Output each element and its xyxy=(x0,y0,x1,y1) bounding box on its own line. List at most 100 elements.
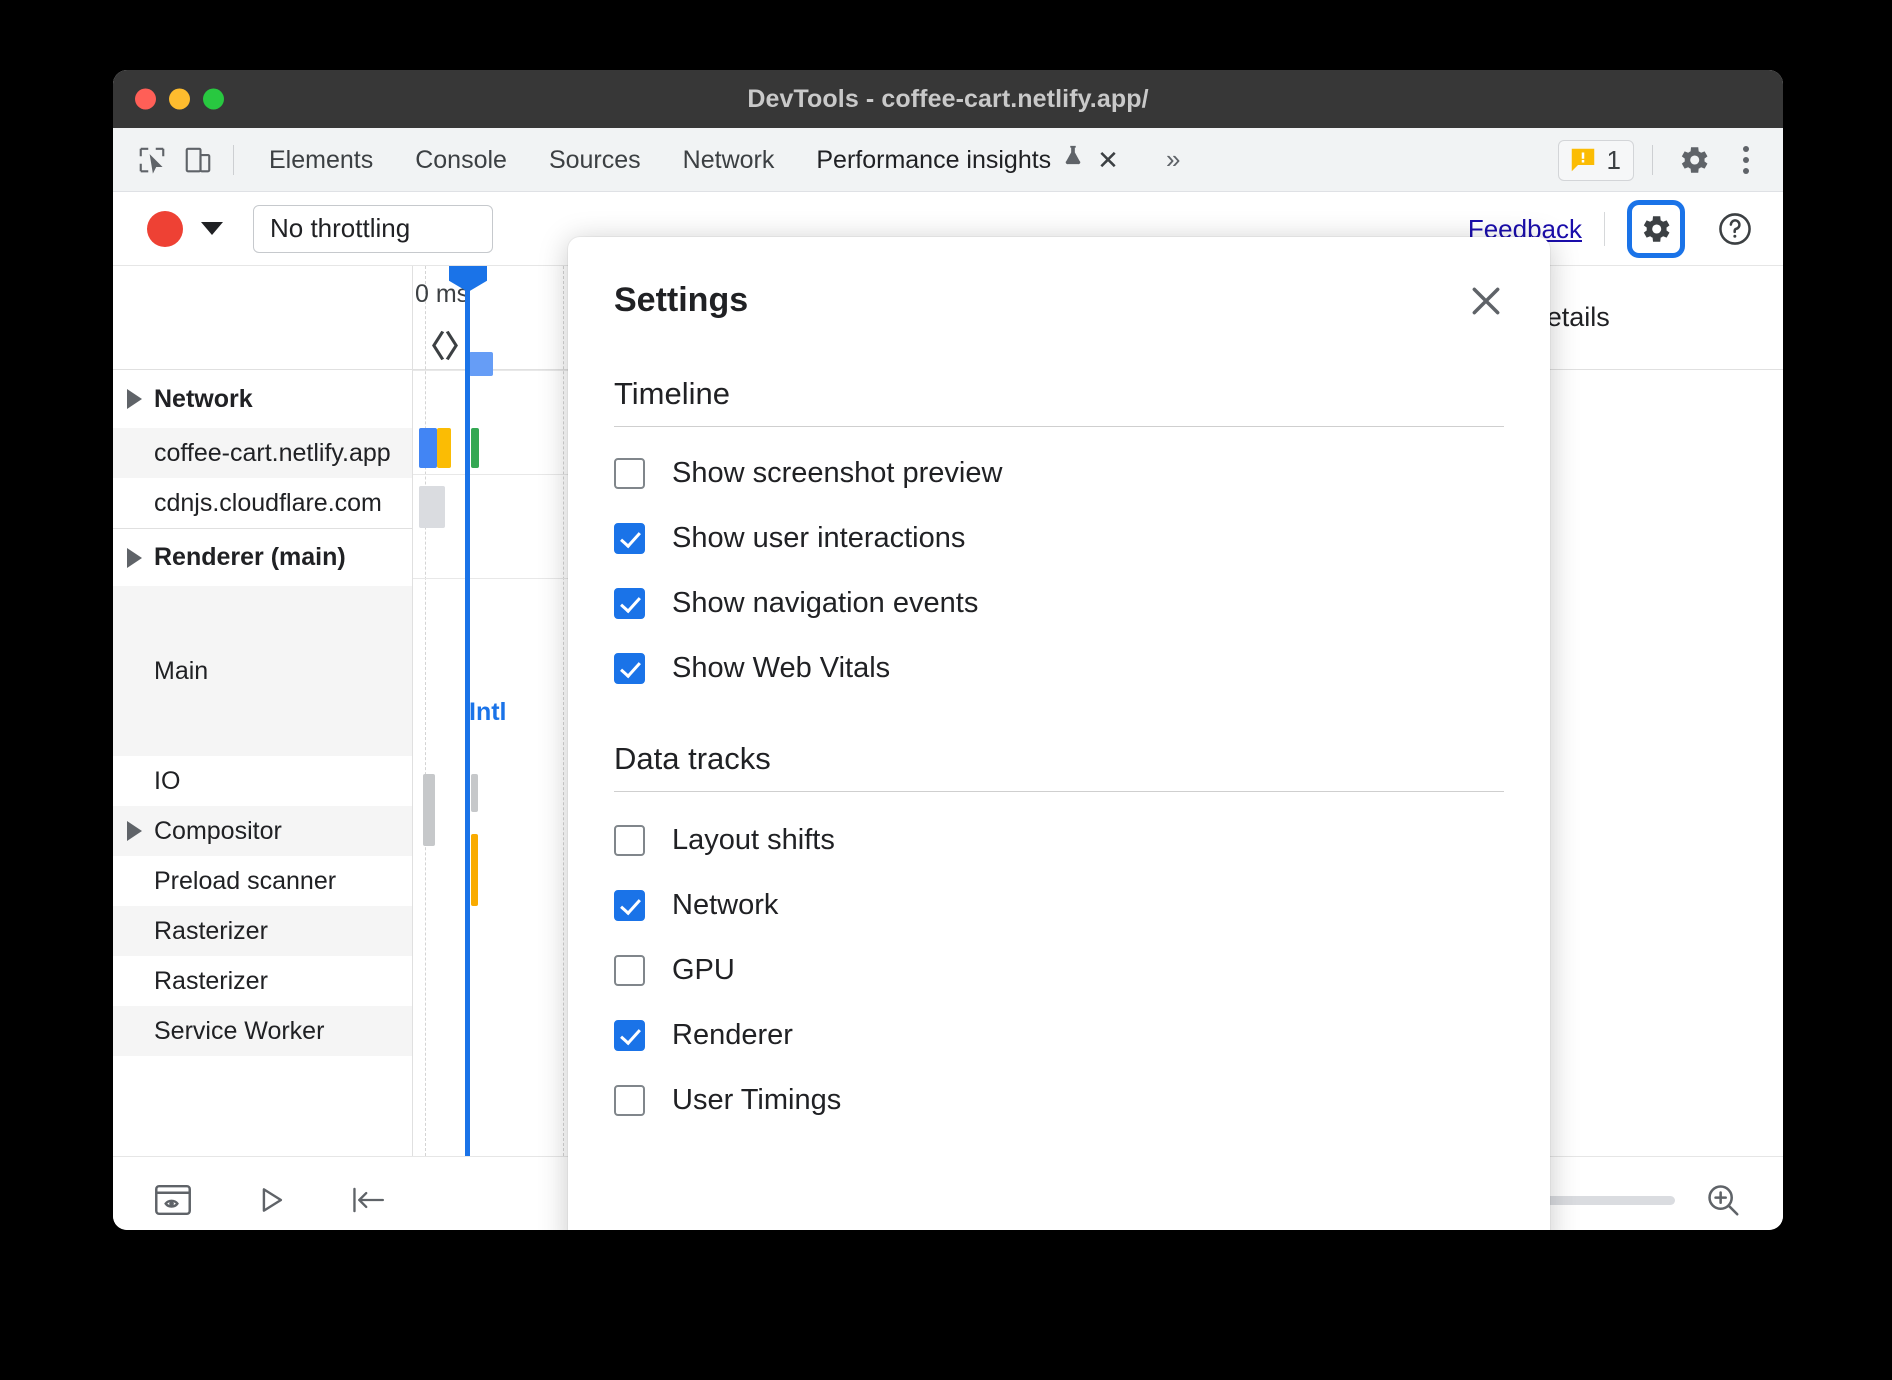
tree-item-label: Rasterizer xyxy=(154,917,268,946)
tree-header-spacer xyxy=(113,266,412,370)
settings-section-data-tracks-title: Data tracks xyxy=(614,741,1504,792)
checkbox[interactable] xyxy=(614,825,645,856)
more-tabs-icon[interactable]: » xyxy=(1166,144,1180,175)
settings-dialog-title: Settings xyxy=(614,281,1504,320)
tree-item-label: coffee-cart.netlify.app xyxy=(154,439,391,468)
setting-show-user-interactions[interactable]: Show user interactions xyxy=(614,522,1504,555)
setting-label: Show Web Vitals xyxy=(672,652,890,685)
timeline-bar xyxy=(471,774,478,812)
tab-close-icon[interactable]: ✕ xyxy=(1097,147,1119,173)
tab-elements[interactable]: Elements xyxy=(248,128,394,192)
warning-count: 1 xyxy=(1607,145,1621,176)
play-icon[interactable] xyxy=(245,1174,297,1226)
window-titlebar: DevTools - coffee-cart.netlify.app/ xyxy=(113,70,1783,128)
tree-item-label: IO xyxy=(154,767,180,796)
settings-gear-button[interactable] xyxy=(1627,200,1685,258)
setting-label: GPU xyxy=(672,954,735,987)
timeline-gridline xyxy=(563,266,564,1156)
setting-show-screenshot-preview[interactable]: Show screenshot preview xyxy=(614,457,1504,490)
expand-triangle-icon[interactable] xyxy=(127,389,142,409)
settings-dialog: Settings Timeline Show screenshot previe… xyxy=(568,237,1550,1230)
tab-network[interactable]: Network xyxy=(662,128,796,192)
checkbox[interactable] xyxy=(614,653,645,684)
tree-item-rasterizer-1[interactable]: Rasterizer xyxy=(113,906,412,956)
gear-icon[interactable] xyxy=(1671,137,1717,183)
settings-dialog-body: Timeline Show screenshot preview Show us… xyxy=(568,376,1550,1117)
inspect-cursor-icon[interactable] xyxy=(129,137,175,183)
tabstrip-right-divider xyxy=(1652,145,1653,175)
record-button[interactable] xyxy=(147,211,183,247)
jump-to-start-icon[interactable] xyxy=(343,1174,395,1226)
settings-section-timeline-title: Timeline xyxy=(614,376,1504,427)
timeline-bar xyxy=(469,352,493,376)
tree-group-renderer[interactable]: Renderer (main) xyxy=(113,528,412,586)
timeline-playhead[interactable] xyxy=(465,266,470,1156)
chevron-down-icon[interactable] xyxy=(201,222,223,235)
timeline-bar xyxy=(419,486,445,528)
timeline-event-label: Intl xyxy=(469,698,507,727)
tree-item-compositor[interactable]: Compositor xyxy=(113,806,412,856)
close-window-button[interactable] xyxy=(135,89,156,110)
tree-group-renderer-label: Renderer (main) xyxy=(154,543,346,572)
maximize-window-button[interactable] xyxy=(203,89,224,110)
tree-item-service-worker[interactable]: Service Worker xyxy=(113,1006,412,1056)
checkbox[interactable] xyxy=(614,1085,645,1116)
tree-item-preload-scanner[interactable]: Preload scanner xyxy=(113,856,412,906)
checkbox[interactable] xyxy=(614,1020,645,1051)
setting-show-navigation-events[interactable]: Show navigation events xyxy=(614,587,1504,620)
screenshot-preview-icon[interactable] xyxy=(147,1174,199,1226)
checkbox[interactable] xyxy=(614,458,645,489)
setting-gpu[interactable]: GPU xyxy=(614,954,1504,987)
kebab-menu-icon[interactable] xyxy=(1723,137,1769,183)
tabstrip-right-controls: 1 xyxy=(1558,128,1769,192)
experiment-beaker-icon xyxy=(1062,128,1084,192)
tab-performance-insights-adornments: ✕ xyxy=(1062,128,1119,192)
screenshot-root: DevTools - coffee-cart.netlify.app/ Elem… xyxy=(0,0,1892,1380)
window-traffic-lights xyxy=(135,89,224,110)
checkbox[interactable] xyxy=(614,955,645,986)
tree-item-main[interactable]: Main xyxy=(113,586,412,756)
setting-renderer[interactable]: Renderer xyxy=(614,1019,1504,1052)
close-icon[interactable] xyxy=(1460,275,1512,327)
setting-label: Show user interactions xyxy=(672,522,965,555)
setting-user-timings[interactable]: User Timings xyxy=(614,1084,1504,1117)
timeline-bar xyxy=(471,428,479,468)
throttling-value: No throttling xyxy=(270,213,410,244)
warning-badge[interactable]: 1 xyxy=(1558,140,1634,181)
setting-layout-shifts[interactable]: Layout shifts xyxy=(614,824,1504,857)
warning-speech-icon xyxy=(1568,145,1598,175)
gear-icon xyxy=(1639,212,1673,246)
expand-triangle-icon[interactable] xyxy=(127,821,142,841)
help-circle-icon[interactable] xyxy=(1709,203,1761,255)
throttling-select[interactable]: No throttling xyxy=(253,205,493,253)
setting-network[interactable]: Network xyxy=(614,889,1504,922)
minimize-window-button[interactable] xyxy=(169,89,190,110)
tree-group-network-label: Network xyxy=(154,385,253,414)
tree-item-coffee-cart[interactable]: coffee-cart.netlify.app xyxy=(113,428,412,478)
tab-console[interactable]: Console xyxy=(394,128,528,192)
checkbox[interactable] xyxy=(614,523,645,554)
expand-triangle-icon[interactable] xyxy=(127,548,142,568)
device-toolbar-icon[interactable] xyxy=(175,137,221,183)
setting-label: Show screenshot preview xyxy=(672,457,1002,490)
tree-item-label: cdnjs.cloudflare.com xyxy=(154,489,382,518)
devtools-tabstrip: Elements Console Sources Network Perform… xyxy=(113,128,1783,192)
tree-item-io[interactable]: IO xyxy=(113,756,412,806)
tab-sources[interactable]: Sources xyxy=(528,128,662,192)
tab-performance-insights[interactable]: Performance insights ✕ xyxy=(795,128,1140,192)
tree-item-rasterizer-2[interactable]: Rasterizer xyxy=(113,956,412,1006)
timeline-bar xyxy=(471,834,478,906)
tree-item-label: Preload scanner xyxy=(154,867,336,896)
tab-performance-insights-label: Performance insights xyxy=(816,146,1051,174)
checkbox[interactable] xyxy=(614,588,645,619)
tabstrip-divider xyxy=(233,145,234,175)
zoom-in-icon[interactable] xyxy=(1697,1174,1749,1226)
setting-show-web-vitals[interactable]: Show Web Vitals xyxy=(614,652,1504,685)
timeline-bar xyxy=(419,428,437,468)
tree-item-cdnjs[interactable]: cdnjs.cloudflare.com xyxy=(113,478,412,528)
checkbox[interactable] xyxy=(614,890,645,921)
tree-group-network[interactable]: Network xyxy=(113,370,412,428)
tree-item-label: Compositor xyxy=(154,817,282,846)
panel-tabs: Elements Console Sources Network Perform… xyxy=(248,128,1180,192)
timeline-gridline xyxy=(425,266,426,1156)
